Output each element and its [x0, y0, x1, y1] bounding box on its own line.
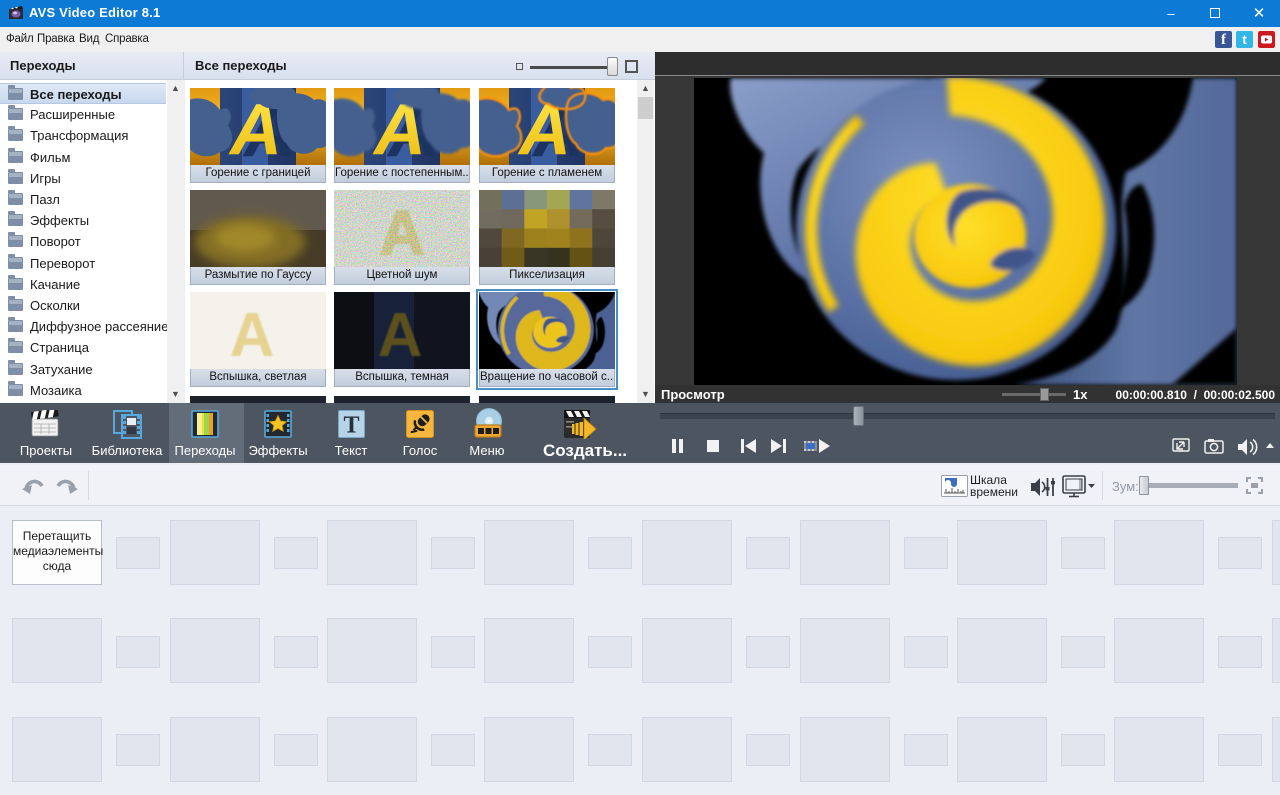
svg-text:T: T: [343, 413, 359, 439]
svg-text:A: A: [230, 301, 275, 369]
svg-text:A: A: [378, 301, 423, 369]
